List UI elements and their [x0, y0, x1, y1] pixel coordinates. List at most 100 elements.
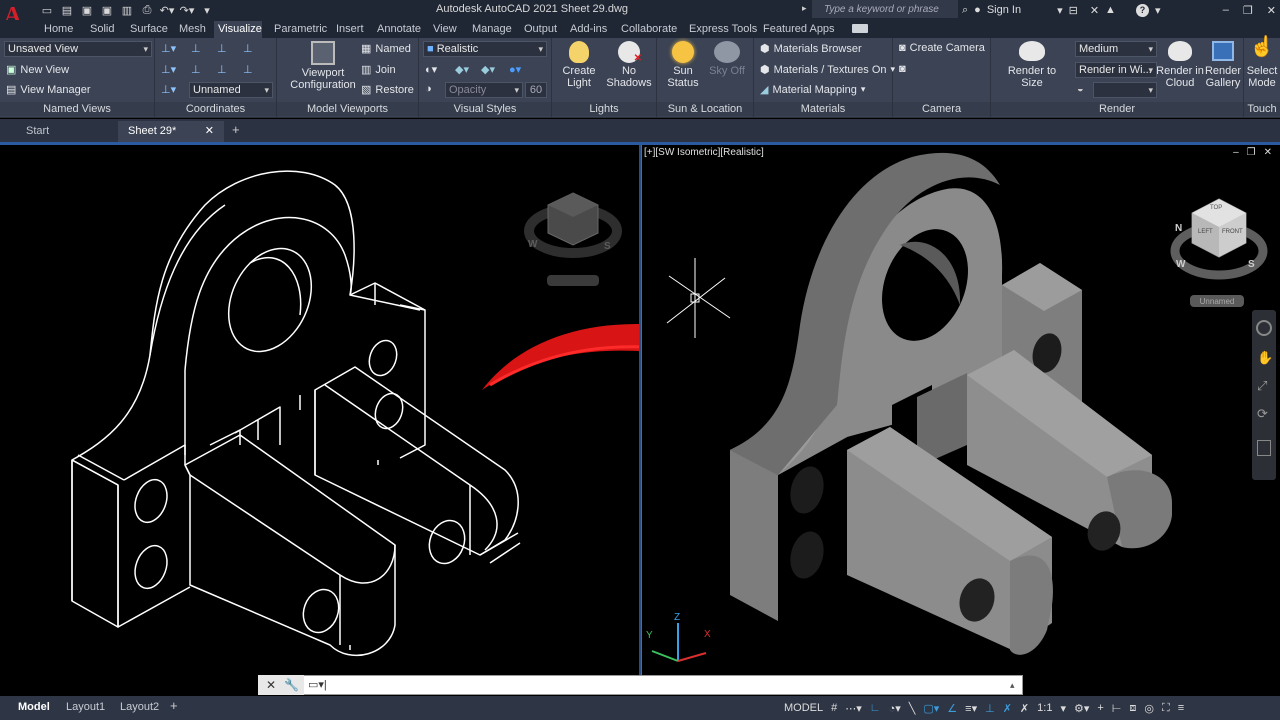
no-shadows-button[interactable]: ✕ No Shadows	[602, 41, 656, 89]
otrack-icon[interactable]: ∠	[947, 702, 957, 715]
viewcube-left-face-label[interactable]: LEFT	[1198, 229, 1213, 235]
quick-properties-icon[interactable]: ⧈	[1129, 702, 1136, 715]
material-mapping-button[interactable]: ◢ Material Mapping ▾	[760, 83, 865, 97]
viewcube-w-label[interactable]: W	[1176, 259, 1185, 270]
osnap-icon[interactable]: ▢▾	[923, 702, 939, 715]
tab-output[interactable]: Output	[520, 21, 561, 38]
search-icon[interactable]: ⌕	[962, 4, 968, 17]
restore-icon[interactable]: ❐	[1243, 4, 1253, 17]
new-view-button[interactable]: ▣ New View	[6, 63, 69, 77]
viewcube-n-label[interactable]: N	[1175, 223, 1182, 234]
grid-icon[interactable]: #	[831, 702, 837, 714]
save-as-icon[interactable]: ▣	[100, 3, 114, 17]
panel-label-materials[interactable]: Materials	[754, 102, 892, 116]
print-icon[interactable]: ⎙	[140, 3, 154, 17]
sky-off-button[interactable]: Sky Off	[703, 41, 751, 77]
annotation-visibility-icon[interactable]: ✗	[1003, 702, 1012, 715]
select-mode-button[interactable]: ☝ Select Mode	[1244, 37, 1280, 89]
viewport-left-wireframe[interactable]: W S	[0, 145, 732, 675]
panel-label-coordinates[interactable]: Coordinates	[155, 102, 276, 116]
ucs-view-button[interactable]: ⊥	[217, 42, 227, 55]
command-customize-icon[interactable]: 🔧	[284, 678, 299, 692]
zoom-icon[interactable]: ⤢	[1257, 378, 1267, 394]
new-tab-button[interactable]: +	[232, 122, 240, 137]
xray-toggle-icon[interactable]: ◑	[425, 83, 432, 95]
ortho-icon[interactable]: ∟	[870, 702, 881, 714]
opacity-value[interactable]: 60	[525, 82, 547, 98]
render-env-field[interactable]	[1093, 82, 1157, 98]
ucs-named-button[interactable]: ⊥▾	[161, 83, 176, 96]
command-history-icon[interactable]: ▴	[1010, 680, 1015, 691]
web-mobile-icon[interactable]: ▥	[120, 3, 134, 17]
ucs-z-button[interactable]: ⊥	[191, 63, 201, 76]
close-tab-icon[interactable]: ✕	[205, 121, 214, 141]
viewport-label[interactable]: [+][SW Isometric][Realistic]	[644, 147, 764, 158]
annotation-scale-icon[interactable]: ✗	[1020, 702, 1029, 715]
ucs-origin-button[interactable]: ⊥	[191, 42, 201, 55]
panel-label-camera[interactable]: Camera	[893, 102, 990, 116]
render-cloud-button[interactable]: Render in Cloud	[1156, 41, 1204, 89]
viewport-minimize-icon[interactable]: –	[1233, 147, 1239, 158]
snap-icon[interactable]: ⋯▾	[845, 702, 862, 715]
tab-insert[interactable]: Insert	[332, 21, 368, 38]
share-icon[interactable]: ▲	[1105, 4, 1116, 16]
minimize-icon[interactable]: –	[1223, 4, 1229, 16]
render-quality-dropdown[interactable]: Medium	[1075, 41, 1157, 57]
ucs-name-badge[interactable]: Unnamed	[1190, 295, 1244, 307]
ucs-x-button[interactable]: ⊥	[243, 42, 253, 55]
view-dropdown[interactable]: Unsaved View	[4, 41, 152, 57]
customization-icon[interactable]: ≡	[1178, 702, 1184, 714]
edge-effects-button[interactable]: ◐▾	[425, 63, 437, 76]
viewport-maximize-icon[interactable]: ❐	[1247, 147, 1256, 158]
viewcube-front-face-label[interactable]: FRONT	[1222, 229, 1243, 235]
panel-label-visual-styles[interactable]: Visual Styles	[419, 102, 551, 116]
visual-style-dropdown[interactable]: ■ Realistic	[423, 41, 547, 57]
ribbon-toggle-icon[interactable]	[852, 24, 868, 33]
ucs-3point-button[interactable]: ⊥	[243, 63, 253, 76]
join-viewports-button[interactable]: ▥ Join	[361, 63, 396, 77]
tab-collaborate[interactable]: Collaborate	[617, 21, 681, 38]
new-file-icon[interactable]: ▭	[40, 3, 54, 17]
open-file-icon[interactable]: ▤	[60, 3, 74, 17]
command-close-icon[interactable]: ✕	[266, 678, 276, 692]
exchange-icon[interactable]: ✕	[1090, 4, 1099, 17]
annotation-scale-value[interactable]: 1:1	[1037, 702, 1052, 714]
ucs-icon-button[interactable]: ⊥▾	[161, 63, 176, 76]
tab-surface[interactable]: Surface	[126, 21, 172, 38]
panel-label-sun-location[interactable]: Sun & Location	[657, 102, 753, 116]
tab-featured-apps[interactable]: Featured Apps	[759, 21, 839, 38]
layout-tab-model[interactable]: Model	[12, 699, 56, 717]
create-light-button[interactable]: Create Light	[556, 41, 602, 89]
panel-label-model-viewports[interactable]: Model Viewports	[277, 102, 418, 116]
sign-in-dropdown-icon[interactable]: ▾	[1057, 4, 1063, 17]
render-to-size-button[interactable]: Render to Size	[997, 41, 1067, 89]
search-input[interactable]: Type a keyword or phrase	[812, 0, 958, 18]
tab-home[interactable]: Home	[40, 21, 77, 38]
orbit-icon[interactable]: ⟳	[1257, 406, 1268, 422]
command-line-input[interactable]	[258, 675, 1023, 695]
redo-icon[interactable]: ↷▾	[180, 3, 195, 17]
sign-in-link[interactable]: Sign In	[987, 4, 1021, 16]
file-tab-start[interactable]: Start	[16, 121, 116, 142]
ucs-y-button[interactable]: ⊥	[217, 63, 227, 76]
tab-add-ins[interactable]: Add-ins	[566, 21, 611, 38]
panel-label-lights[interactable]: Lights	[552, 102, 656, 116]
ucs-dropdown[interactable]: Unnamed	[189, 82, 273, 98]
model-space-button[interactable]: MODEL	[784, 702, 823, 714]
dynamic-ucs-icon[interactable]: ⊥	[985, 702, 995, 715]
polar-icon[interactable]: ◔▾	[889, 702, 901, 715]
help-dropdown-icon[interactable]: ▾	[1155, 4, 1161, 17]
isodraft-icon[interactable]: ╲	[909, 702, 916, 715]
showmotion-icon[interactable]	[1257, 440, 1271, 456]
scale-dropdown-icon[interactable]: ▾	[1060, 702, 1066, 715]
tab-visualize[interactable]: Visualize	[214, 21, 262, 38]
viewport-close-icon[interactable]: ✕	[1264, 147, 1272, 158]
materials-textures-button[interactable]: ⬢ Materials / Textures On ▾	[760, 63, 895, 77]
lighting-button[interactable]: ◆▾	[481, 63, 495, 76]
units-icon[interactable]: ⊢	[1112, 702, 1122, 715]
sun-status-button[interactable]: Sun Status	[659, 41, 707, 89]
annotation-monitor-icon[interactable]: +	[1097, 702, 1103, 714]
file-tab-sheet29[interactable]: Sheet 29* ✕	[118, 121, 224, 142]
named-viewports-button[interactable]: ▦ Named	[361, 42, 411, 56]
view-manager-button[interactable]: ▤ View Manager	[6, 83, 91, 97]
